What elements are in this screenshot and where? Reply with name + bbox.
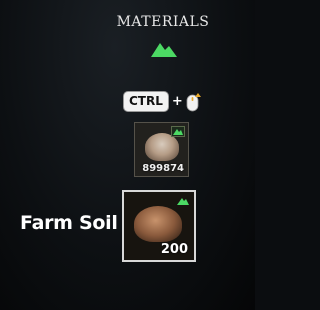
soil-pile-icon (145, 133, 179, 161)
plus-sign: + (171, 94, 183, 109)
category-title: MATERIALS (116, 14, 210, 30)
mountain-icon[interactable] (150, 40, 178, 58)
selected-inventory-slot[interactable]: 200 (122, 190, 196, 262)
mouse-scroll-up-icon (186, 92, 201, 111)
ctrl-key: CTRL (123, 91, 169, 112)
inventory-slot[interactable]: 899874 (134, 122, 189, 177)
item-count: 200 (160, 242, 188, 257)
materials-panel: MATERIALS CTRL + 899874 Farm Soil 200 (0, 0, 255, 310)
mountain-icon (171, 126, 185, 137)
keybind-hint: CTRL + (123, 91, 202, 112)
soil-pile-icon (134, 206, 182, 242)
selected-item-name: Farm Soil (20, 212, 118, 234)
mountain-icon (177, 198, 189, 205)
item-count: 899874 (142, 163, 184, 174)
